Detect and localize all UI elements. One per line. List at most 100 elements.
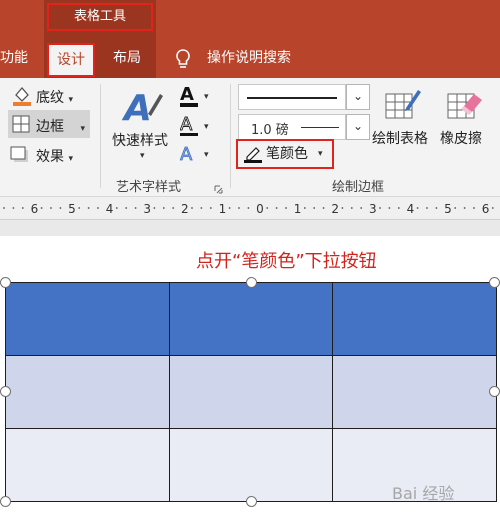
quick-styles-dropdown[interactable]: ▾ [140,151,145,161]
ruler-dot [322,207,325,209]
svg-text:A: A [122,88,152,128]
ruler-dot [21,207,24,209]
ruler-dot [12,207,15,209]
ruler-dot [191,207,193,209]
ruler-tick-label: 1 [294,202,302,216]
ruler-dot [115,207,118,209]
text-outline-button[interactable]: A ▾ [180,114,212,138]
draw-table-icon [384,86,422,122]
ruler-tick-label: 1 [219,202,227,216]
svg-text:▾: ▾ [204,122,209,132]
eraser-icon [446,86,484,122]
ruler-dot [360,207,363,209]
ruler-tick-label: 5 [68,202,76,216]
ruler-dot [350,207,353,209]
ruler-tick-label: 6 [31,202,39,216]
shading-button[interactable]: 底纹 ▾ [36,87,73,107]
ruler-dot [341,207,344,209]
ruler-dot [40,207,43,209]
text-fill-button[interactable]: A ▾ [180,84,212,108]
ruler-dot [238,207,240,209]
horizontal-ruler: 6 5 4 3 2 1 0 1 2 3 4 5 6 [0,197,500,220]
svg-text:A: A [180,144,193,165]
pen-icon [244,145,262,163]
pen-weight-dropdown[interactable]: ⌄ [346,114,370,140]
pen-weight-select[interactable]: 1.0 磅 [238,114,346,140]
ruler-dot [50,207,52,209]
quick-styles-icon: A [121,86,164,129]
pen-style-dropdown[interactable]: ⌄ [346,84,370,110]
ruler-dot [463,207,466,209]
table-cell[interactable] [5,428,170,502]
eraser-button[interactable]: 橡皮擦 [440,128,482,148]
resize-handle-right[interactable] [489,386,500,397]
instruction-caption: 点开“笔颜色”下拉按钮 [196,251,377,272]
effects-icon [10,145,30,165]
quick-styles-label: 快速样式 [112,133,168,149]
ruler-dot [454,207,457,209]
table-cell[interactable] [332,282,497,356]
table-cell[interactable] [5,282,170,356]
ruler-dot [379,207,381,209]
tell-me-search[interactable]: 操作说明搜索 [207,38,291,78]
dialog-launcher-icon[interactable] [214,179,223,194]
tab-design[interactable]: 设计 [47,43,95,77]
ruler-tick-label: 6 [482,202,490,216]
resize-handle-bottom-left[interactable] [0,496,11,507]
effects-button[interactable]: 效果 ▾ [36,146,73,166]
ruler-dot [266,207,269,209]
svg-text:A: A [180,114,193,135]
pen-color-button[interactable]: 笔颜色 ▾ [236,139,334,169]
ruler-dot [275,207,278,209]
pen-weight-line [301,127,339,128]
resize-handle-top-left[interactable] [0,277,11,288]
border-label: 边框 [36,119,64,135]
resize-handle-top-right[interactable] [489,277,500,288]
pen-style-select[interactable] [238,84,346,110]
resize-handle-top[interactable] [246,277,257,288]
table-cell[interactable] [332,355,497,429]
table-cell[interactable] [168,355,334,429]
ruler-tick-label: 5 [444,202,452,216]
ruler-dot [435,207,438,209]
ruler-dot [59,207,62,209]
chevron-down-icon: ▾ [80,124,85,134]
tab-layout[interactable]: 布局 [113,38,141,78]
ruler-dot [78,207,81,209]
ruler-tick-label: 3 [143,202,151,216]
chevron-down-icon: ▾ [68,154,73,164]
ruler-dot [134,207,137,209]
ruler-dot [473,207,475,209]
draw-table-button[interactable]: 绘制表格 [372,128,428,148]
ruler-dot [97,207,99,209]
ruler-dot [491,207,494,209]
svg-text:▾: ▾ [204,92,209,102]
table[interactable] [5,282,497,502]
svg-text:A: A [180,84,194,105]
shading-icon [12,85,32,107]
resize-handle-left[interactable] [0,386,11,397]
pen-style-line [247,97,337,99]
ruler-dot [313,207,316,209]
ruler-dot [153,207,156,209]
table-cell[interactable] [5,355,170,429]
pen-color-label: 笔颜色 [266,146,308,162]
chevron-down-icon: ▾ [318,149,323,159]
text-effects-button[interactable]: A ▾ [180,142,212,166]
ruler-dot [3,207,5,209]
table-cell[interactable] [168,428,334,502]
tab-function[interactable]: 功能 [0,38,28,78]
table-cell[interactable] [168,282,334,356]
resize-handle-bottom[interactable] [246,496,257,507]
ruler-dot [162,207,165,209]
context-tab-table-tools: 表格工具 [47,3,153,31]
ruler-tick-label: 0 [256,202,264,216]
ruler-dot [125,207,128,209]
ruler-dot [388,207,391,209]
ruler-dot [247,207,250,209]
ruler-dot [228,207,231,209]
border-label-wrap: 边框 ▾ [36,116,85,136]
ruler-ticks: 6 5 4 3 2 1 0 1 2 3 4 5 6 [3,200,494,216]
watermark: Bai 经验 [392,484,455,503]
ruler-dot [172,207,175,209]
